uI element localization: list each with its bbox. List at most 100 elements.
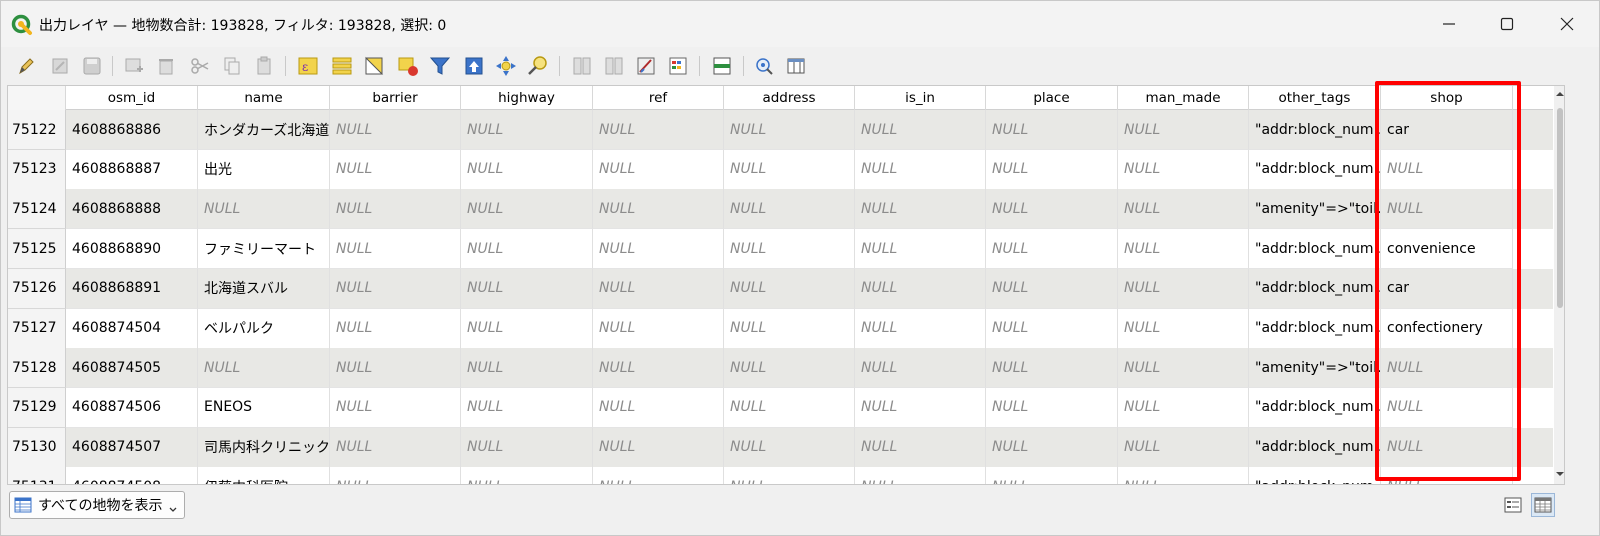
actions-button[interactable] <box>751 53 777 79</box>
new-field-button[interactable] <box>569 53 595 79</box>
form-view-button[interactable] <box>1501 493 1525 517</box>
cell-ref[interactable]: NULL <box>593 387 724 428</box>
cell-man-made[interactable]: NULL <box>1118 268 1249 309</box>
cell-is-in[interactable]: NULL <box>855 348 986 389</box>
table-view-button[interactable] <box>1531 493 1555 517</box>
cell-address[interactable]: NULL <box>724 387 855 428</box>
cell-is-in[interactable]: NULL <box>855 467 986 484</box>
select-all-button[interactable] <box>329 53 355 79</box>
cell-address[interactable]: NULL <box>724 268 855 309</box>
cell-ref[interactable]: NULL <box>593 427 724 468</box>
cell-highway[interactable]: NULL <box>461 308 593 349</box>
cell-man-made[interactable]: NULL <box>1118 348 1249 389</box>
cell-barrier[interactable]: NULL <box>330 149 461 190</box>
cell-shop[interactable]: NULL <box>1381 427 1513 468</box>
zoom-to-selected-button[interactable] <box>525 53 551 79</box>
table-row[interactable]: 75129 4608874506 ENEOS NULL NULL NULL NULL NULL… <box>8 387 1553 428</box>
cell-shop[interactable]: NULL <box>1381 387 1513 428</box>
column-header-barrier[interactable]: barrier <box>330 86 461 110</box>
cell-ref[interactable]: NULL <box>593 110 724 150</box>
cell-address[interactable]: NULL <box>724 348 855 389</box>
cell-address[interactable]: NULL <box>724 427 855 468</box>
cell-is-in[interactable]: NULL <box>855 189 986 230</box>
cell-shop[interactable]: car <box>1381 110 1513 150</box>
cell-address[interactable]: NULL <box>724 189 855 230</box>
column-header-address[interactable]: address <box>724 86 855 110</box>
cell-osm-id[interactable]: 4608868890 <box>66 229 198 270</box>
column-header-highway[interactable]: highway <box>461 86 593 110</box>
attribute-table[interactable]: osm_id name barrier highway ref address is_in p… <box>7 85 1565 485</box>
cell-man-made[interactable]: NULL <box>1118 387 1249 428</box>
column-header-place[interactable]: place <box>986 86 1118 110</box>
cell-shop[interactable]: NULL <box>1381 149 1513 190</box>
cell-ref[interactable]: NULL <box>593 189 724 230</box>
cell-address[interactable]: NULL <box>724 149 855 190</box>
table-row[interactable]: 75128 4608874505 NULL NULL NULL NULL NULL NULL N… <box>8 348 1553 389</box>
cell-highway[interactable]: NULL <box>461 189 593 230</box>
close-button[interactable] <box>1537 1 1597 47</box>
column-header-osm-id[interactable]: osm_id <box>66 86 198 110</box>
delete-feature-button[interactable] <box>153 53 179 79</box>
deselect-all-button[interactable] <box>395 53 421 79</box>
field-calculator-button[interactable] <box>633 53 659 79</box>
cell-other-tags[interactable]: "addr:block_num.. <box>1249 268 1381 309</box>
cell-man-made[interactable]: NULL <box>1118 308 1249 349</box>
save-edits-button[interactable] <box>79 53 105 79</box>
paste-button[interactable] <box>251 53 277 79</box>
cell-osm-id[interactable]: 4608868887 <box>66 149 198 190</box>
table-row[interactable]: 751314608874508伊藤内科医院NULLNULLNULLNULLNUL… <box>8 467 1553 484</box>
cell-name[interactable]: 司馬内科クリニック <box>198 427 330 468</box>
organize-columns-button[interactable] <box>783 53 809 79</box>
vertical-scrollbar[interactable] <box>1554 86 1564 484</box>
cell-man-made[interactable]: NULL <box>1118 427 1249 468</box>
cell-address[interactable]: NULL <box>724 308 855 349</box>
cell-place[interactable]: NULL <box>986 467 1118 484</box>
cell-osm-id[interactable]: 4608868888 <box>66 189 198 230</box>
column-header-ref[interactable]: ref <box>593 86 724 110</box>
conditional-formatting-button[interactable] <box>665 53 691 79</box>
cell-place[interactable]: NULL <box>986 427 1118 468</box>
cell-name[interactable]: ホンダカーズ北海道 <box>198 110 330 150</box>
cell-barrier[interactable]: NULL <box>330 189 461 230</box>
cell-highway[interactable]: NULL <box>461 427 593 468</box>
cell-barrier[interactable]: NULL <box>330 229 461 270</box>
title-bar[interactable]: 出力レイヤ — 地物数合計: 193828, フィルタ: 193828, 選択:… <box>1 1 1599 47</box>
cell-osm-id[interactable]: 4608874506 <box>66 387 198 428</box>
row-header[interactable]: 75129 <box>8 387 66 428</box>
cut-button[interactable] <box>187 53 213 79</box>
cell-place[interactable]: NULL <box>986 387 1118 428</box>
cell-other-tags[interactable]: "addr:block_num.. <box>1249 149 1381 190</box>
table-row[interactable]: 75123 4608868887 出光 NULL NULL NULL NULL NULL NUL… <box>8 149 1553 190</box>
row-header[interactable]: 75128 <box>8 348 66 389</box>
cell-other-tags[interactable]: "addr:block_num.. <box>1249 308 1381 349</box>
cell-place[interactable]: NULL <box>986 189 1118 230</box>
row-header[interactable]: 75131 <box>8 467 66 484</box>
cell-man-made[interactable]: NULL <box>1118 110 1249 150</box>
scrollbar-thumb[interactable] <box>1557 108 1563 308</box>
cell-shop[interactable]: NULL <box>1381 467 1513 484</box>
row-header[interactable]: 75127 <box>8 308 66 349</box>
row-header[interactable]: 75130 <box>8 427 66 468</box>
cell-name[interactable]: ENEOS <box>198 387 330 428</box>
cell-highway[interactable]: NULL <box>461 387 593 428</box>
cell-name[interactable]: ファミリーマート <box>198 229 330 270</box>
move-selection-to-top-button[interactable] <box>461 53 487 79</box>
cell-is-in[interactable]: NULL <box>855 268 986 309</box>
table-row[interactable]: 75127 4608874504 ベルパルク NULL NULL NULL NULL NULL… <box>8 308 1553 349</box>
cell-highway[interactable]: NULL <box>461 348 593 389</box>
cell-ref[interactable]: NULL <box>593 149 724 190</box>
cell-is-in[interactable]: NULL <box>855 149 986 190</box>
cell-place[interactable]: NULL <box>986 110 1118 150</box>
table-row[interactable]: 75122 4608868886 ホンダカーズ北海道 NULL NULL NULL NULL… <box>8 110 1553 150</box>
column-header-name[interactable]: name <box>198 86 330 110</box>
column-header-is-in[interactable]: is_in <box>855 86 986 110</box>
cell-man-made[interactable]: NULL <box>1118 189 1249 230</box>
delete-field-button[interactable] <box>601 53 627 79</box>
filter-selected-button[interactable] <box>427 53 453 79</box>
cell-place[interactable]: NULL <box>986 348 1118 389</box>
cell-is-in[interactable]: NULL <box>855 387 986 428</box>
cell-shop[interactable]: NULL <box>1381 348 1513 389</box>
row-header[interactable]: 75123 <box>8 149 66 190</box>
cell-name[interactable]: NULL <box>198 348 330 389</box>
dock-table-button[interactable] <box>709 53 735 79</box>
